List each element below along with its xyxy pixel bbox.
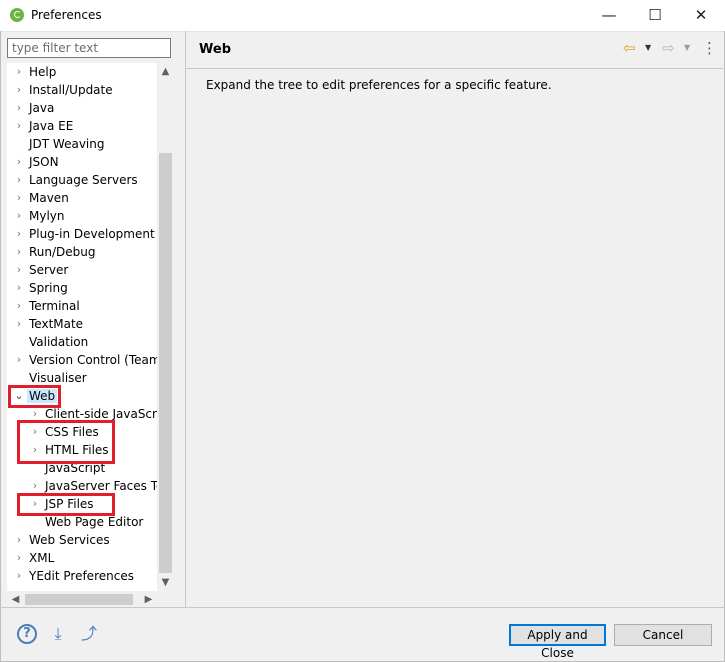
tree-item[interactable]: › Run/Debug bbox=[17, 243, 96, 261]
export-icon[interactable]: ⤴ bbox=[78, 623, 100, 645]
tree-item-label: Run/Debug bbox=[29, 245, 96, 259]
tree-item[interactable]: › Terminal bbox=[17, 297, 80, 315]
tree-item-label: Language Servers bbox=[29, 173, 138, 187]
tree-item-label: Spring bbox=[29, 281, 68, 295]
scroll-left-arrow[interactable]: ◀ bbox=[7, 591, 24, 608]
tree-item[interactable]: › YEdit Preferences bbox=[17, 567, 134, 585]
expand-chevron-icon[interactable]: › bbox=[14, 261, 24, 279]
tree-item[interactable]: › Web Services bbox=[17, 531, 110, 549]
filter-input[interactable]: type filter text bbox=[7, 38, 171, 58]
maximize-button[interactable]: ☐ bbox=[632, 0, 678, 31]
expand-chevron-icon[interactable]: › bbox=[14, 315, 24, 333]
tree-horizontal-scrollbar[interactable]: ◀ ▶ bbox=[7, 591, 157, 608]
import-icon[interactable]: ⤓ bbox=[47, 623, 69, 645]
expand-chevron-icon[interactable]: › bbox=[14, 153, 24, 171]
tree-vertical-scrollbar[interactable]: ▲ ▼ bbox=[157, 63, 174, 591]
expand-chevron-icon[interactable]: › bbox=[14, 549, 24, 567]
tree-item-label: Web Page Editor bbox=[45, 515, 144, 529]
tree-item-label: XML bbox=[29, 551, 55, 565]
expand-chevron-icon[interactable]: › bbox=[14, 207, 24, 225]
highlight-box-jsp bbox=[17, 493, 115, 516]
expand-chevron-icon[interactable]: › bbox=[14, 225, 24, 243]
tree-item-label: JDT Weaving bbox=[29, 137, 105, 151]
scroll-up-arrow[interactable]: ▲ bbox=[157, 63, 174, 80]
tree-item[interactable]: › TextMate bbox=[17, 315, 84, 333]
tree-item-label: Java bbox=[29, 101, 55, 115]
tree-item-label: Version Control (Team) bbox=[29, 353, 166, 367]
highlight-box-web bbox=[8, 385, 61, 408]
expand-chevron-icon[interactable]: › bbox=[14, 99, 24, 117]
window-title: Preferences bbox=[31, 8, 102, 22]
scroll-right-arrow[interactable]: ▶ bbox=[140, 591, 157, 608]
page-title: Web bbox=[199, 42, 231, 57]
tree-item[interactable]: › Help bbox=[17, 63, 57, 81]
preference-tree: › Help › Install/Update › Java › Java EE JDT Wea… bbox=[7, 63, 174, 608]
tree-item[interactable]: › Java EE bbox=[17, 117, 74, 135]
expand-chevron-icon[interactable]: › bbox=[14, 567, 24, 585]
expand-chevron-icon[interactable]: › bbox=[14, 63, 24, 81]
expand-chevron-icon[interactable]: › bbox=[14, 531, 24, 549]
tree-item-label: Install/Update bbox=[29, 83, 113, 97]
tree-item[interactable]: › Java bbox=[17, 99, 55, 117]
scroll-corner bbox=[157, 591, 174, 608]
horizontal-scroll-thumb[interactable] bbox=[25, 594, 133, 605]
tree-item[interactable]: Validation bbox=[29, 333, 88, 351]
tree-item-label: YEdit Preferences bbox=[29, 569, 134, 583]
close-button[interactable]: ✕ bbox=[678, 0, 724, 31]
forward-dropdown-icon[interactable]: ▼ bbox=[684, 43, 690, 52]
expand-chevron-icon[interactable]: › bbox=[14, 243, 24, 261]
expand-chevron-icon[interactable]: › bbox=[14, 351, 24, 369]
tree-item-label: Maven bbox=[29, 191, 69, 205]
tree-item[interactable]: › Version Control (Team) bbox=[17, 351, 166, 369]
expand-chevron-icon[interactable]: › bbox=[14, 117, 24, 135]
tree-item-label: Help bbox=[29, 65, 57, 79]
page-description: Expand the tree to edit preferences for … bbox=[206, 78, 552, 92]
minimize-button[interactable]: — bbox=[586, 0, 632, 31]
tree-item-label: Mylyn bbox=[29, 209, 65, 223]
tree-item[interactable]: › Plug-in Development bbox=[17, 225, 155, 243]
tree-item-label: TextMate bbox=[29, 317, 84, 331]
tree-item-label: Server bbox=[29, 263, 69, 277]
tree-item[interactable]: › XML bbox=[17, 549, 55, 567]
back-dropdown-icon[interactable]: ▼ bbox=[645, 43, 651, 52]
tree-item[interactable]: › Spring bbox=[17, 279, 68, 297]
expand-chevron-icon[interactable]: › bbox=[14, 189, 24, 207]
tree-item-label: Validation bbox=[29, 335, 89, 349]
title-bar: Preferences — ☐ ✕ bbox=[0, 0, 725, 32]
tree-item[interactable]: › Mylyn bbox=[17, 207, 65, 225]
expand-chevron-icon[interactable]: › bbox=[14, 171, 24, 189]
tree-item-label: Plug-in Development bbox=[29, 227, 155, 241]
tree-item-label: Web Services bbox=[29, 533, 110, 547]
tree-item-label: Client-side JavaScript bbox=[45, 407, 173, 421]
scroll-down-arrow[interactable]: ▼ bbox=[157, 574, 174, 591]
highlight-box-css-html bbox=[17, 420, 115, 464]
preference-page: Web ⇦ ▼ ⇨ ▼ ⋮ Expand the tree to edit pr… bbox=[186, 32, 723, 607]
forward-arrow-icon[interactable]: ⇨ bbox=[662, 40, 675, 56]
back-arrow-icon[interactable]: ⇦ bbox=[623, 40, 636, 56]
tree-item-label: JSON bbox=[29, 155, 59, 169]
apply-and-close-button[interactable]: Apply and Close bbox=[509, 624, 606, 660]
view-menu-icon[interactable]: ⋮ bbox=[702, 40, 717, 56]
tree-item-label: Java EE bbox=[29, 119, 74, 133]
expand-chevron-icon[interactable]: › bbox=[14, 279, 24, 297]
vertical-scroll-thumb[interactable] bbox=[159, 153, 172, 573]
tree-item[interactable]: › JSON bbox=[17, 153, 59, 171]
footer-separator bbox=[0, 607, 725, 608]
tree-item-label: JavaServer Faces Tools bbox=[45, 479, 174, 493]
tree-item[interactable]: › Server bbox=[17, 261, 69, 279]
help-icon[interactable]: ? bbox=[17, 624, 37, 644]
tree-item-label: Visualiser bbox=[29, 371, 87, 385]
expand-chevron-icon[interactable]: › bbox=[14, 81, 24, 99]
title-separator bbox=[186, 68, 723, 69]
cancel-button[interactable]: Cancel bbox=[614, 624, 712, 646]
tree-item-label: Terminal bbox=[29, 299, 80, 313]
tree-item[interactable]: › Maven bbox=[17, 189, 69, 207]
expand-chevron-icon[interactable]: › bbox=[14, 297, 24, 315]
tree-item[interactable]: › Install/Update bbox=[17, 81, 113, 99]
tree-item[interactable]: › Language Servers bbox=[17, 171, 138, 189]
spring-app-icon bbox=[10, 8, 24, 22]
tree-item[interactable]: JDT Weaving bbox=[29, 135, 104, 153]
